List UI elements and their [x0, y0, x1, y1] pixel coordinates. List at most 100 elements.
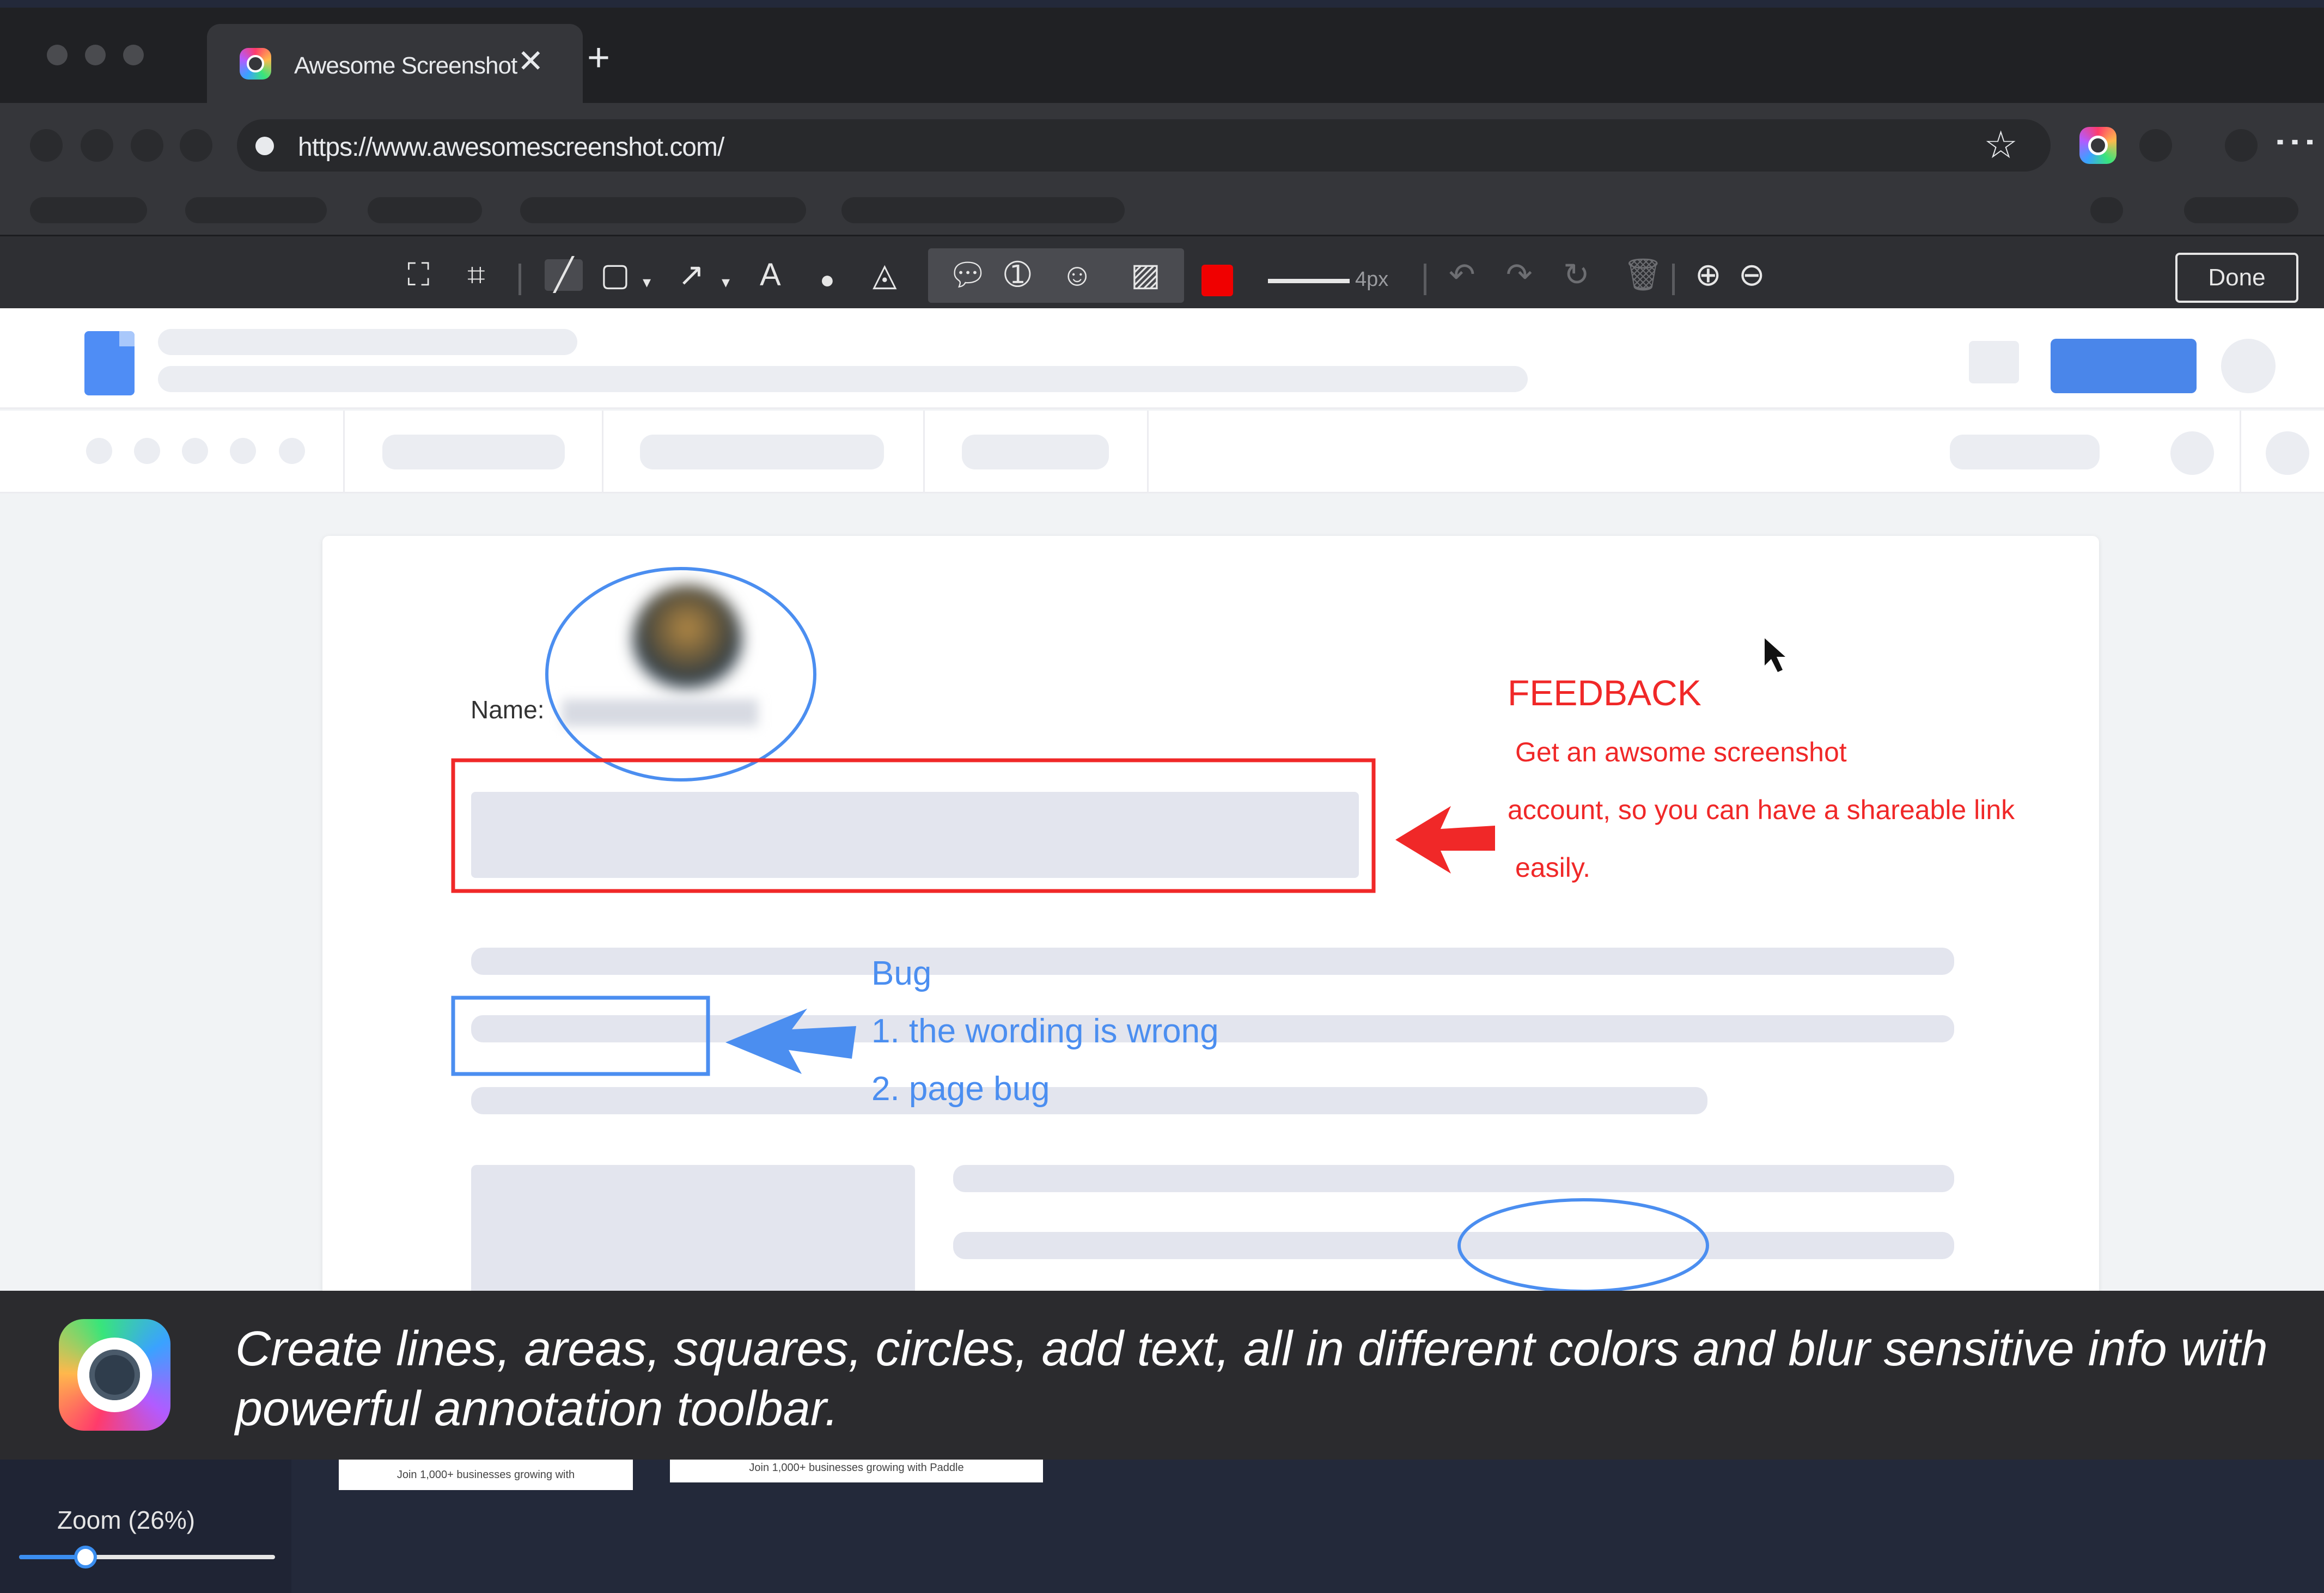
- annotation-ellipse-blue[interactable]: [1457, 1198, 1709, 1293]
- divider: [2240, 411, 2241, 493]
- editor-footer: Zoom (26%) Join 1,000+ businesses growin…: [0, 1460, 2324, 1593]
- page-thumbnail[interactable]: Join 1,000+ businesses growing with Padd…: [670, 1460, 1043, 1482]
- stroke-width-preview[interactable]: [1268, 279, 1350, 283]
- bookmark-item[interactable]: [185, 197, 327, 223]
- feedback-title[interactable]: FEEDBACK: [1508, 672, 1701, 713]
- toolbar-dropdown[interactable]: [382, 435, 565, 469]
- toolbar-divider: [1424, 264, 1426, 295]
- zoom-panel: Zoom (26%): [0, 1460, 291, 1593]
- browser-menu-icon[interactable]: ⋮: [2272, 120, 2321, 160]
- toolbar-divider: [1672, 264, 1675, 295]
- chevron-down-icon[interactable]: ▾: [643, 267, 651, 298]
- toolbar-dropdown[interactable]: [962, 435, 1109, 469]
- delete-icon[interactable]: 🗑︎: [1623, 259, 1663, 291]
- rectangle-tool-icon[interactable]: ▢: [600, 259, 630, 291]
- captured-page: Name: FEEDBACK Get an awsome screenshot …: [0, 308, 2324, 1307]
- zoom-out-icon[interactable]: ⊖: [1739, 259, 1765, 291]
- bookmark-item[interactable]: [520, 197, 806, 223]
- forward-button[interactable]: [81, 129, 113, 162]
- bookmark-item[interactable]: [368, 197, 482, 223]
- new-tab-button[interactable]: +: [587, 38, 610, 77]
- navigation-bar: https://www.awesomescreenshot.com/ ☆ ⋮: [0, 103, 2324, 182]
- doc-header: [0, 308, 2324, 409]
- annotation-arrow-red[interactable]: [1395, 806, 1495, 874]
- blur-tool-icon[interactable]: ●: [820, 264, 835, 295]
- reload-button[interactable]: [131, 129, 163, 162]
- toolbar-button[interactable]: [230, 438, 256, 464]
- arrow-tool-icon[interactable]: ↗: [678, 259, 705, 291]
- bookmark-item[interactable]: [2090, 197, 2123, 223]
- annotation-layer: [451, 567, 1785, 1293]
- toolbar-dropdown[interactable]: [640, 435, 884, 469]
- bookmark-item[interactable]: [30, 197, 147, 223]
- full-page-icon[interactable]: ⛶: [407, 259, 430, 291]
- done-button[interactable]: Done: [2175, 253, 2298, 303]
- line-tool-icon[interactable]: ╱: [545, 259, 583, 291]
- tab-bar: Awesome Screenshot ✕ +: [0, 8, 2324, 103]
- doc-toolbar: [0, 411, 2324, 493]
- undo-icon[interactable]: ↶: [1449, 259, 1475, 291]
- tab-awesome-screenshot[interactable]: Awesome Screenshot ✕: [207, 24, 583, 103]
- close-window-button[interactable]: [47, 45, 68, 65]
- annotation-rect-red[interactable]: [451, 758, 1376, 893]
- address-bar[interactable]: https://www.awesomescreenshot.com/ ☆: [237, 119, 2051, 172]
- toolbar-button[interactable]: [134, 438, 160, 464]
- awesome-screenshot-extension-icon[interactable]: [2079, 127, 2116, 164]
- image-stamp-icon[interactable]: ▨: [1131, 259, 1161, 291]
- feedback-line-1[interactable]: Get an awsome screenshot: [1515, 736, 1847, 768]
- step-number-icon[interactable]: ➀: [1004, 259, 1031, 291]
- site-info-icon[interactable]: [255, 137, 274, 155]
- feedback-line-2[interactable]: account, so you can have a shareable lin…: [1508, 794, 2015, 826]
- crop-icon[interactable]: ⌗: [467, 259, 485, 291]
- zoom-in-icon[interactable]: ⊕: [1695, 259, 1722, 291]
- mouse-cursor-icon: [1765, 638, 1785, 672]
- chevron-down-icon[interactable]: ▾: [722, 267, 730, 298]
- bookmark-item[interactable]: [841, 197, 1125, 223]
- avatar[interactable]: [2221, 339, 2276, 393]
- toolbar-button[interactable]: [279, 438, 305, 464]
- page-thumbnail[interactable]: Join 1,000+ businesses growing with: [339, 1460, 633, 1490]
- emoji-stamp-icon[interactable]: ☺: [1061, 259, 1093, 291]
- stroke-width-label[interactable]: 4px: [1355, 268, 1388, 291]
- bookmark-star-icon[interactable]: ☆: [1984, 126, 2018, 164]
- divider: [343, 411, 345, 493]
- document-sheet: Name: FEEDBACK Get an awsome screenshot …: [322, 536, 2099, 1307]
- back-button[interactable]: [30, 129, 63, 162]
- feedback-line-3[interactable]: easily.: [1515, 852, 1590, 883]
- tab-title: Awesome Screenshot: [294, 52, 517, 79]
- comment-icon[interactable]: [1969, 341, 2019, 383]
- profile-avatar[interactable]: [2225, 129, 2258, 162]
- share-button[interactable]: [2051, 339, 2197, 393]
- awesome-screenshot-favicon: [240, 48, 271, 80]
- bookmarks-bar: [0, 182, 2324, 235]
- toolbar-button[interactable]: [2170, 431, 2214, 475]
- highlight-tool-icon[interactable]: ◬: [873, 259, 897, 291]
- reset-icon[interactable]: ↻: [1563, 259, 1590, 291]
- doc-title-placeholder: [158, 329, 577, 355]
- text-tool-icon[interactable]: A: [760, 259, 781, 291]
- bookmark-item[interactable]: [2184, 197, 2298, 223]
- home-button[interactable]: [180, 129, 212, 162]
- bug-title[interactable]: Bug: [871, 954, 931, 993]
- bug-line-2[interactable]: 2. page bug: [871, 1070, 1050, 1108]
- annotation-circle-avatar[interactable]: [545, 567, 816, 782]
- bug-line-1[interactable]: 1. the wording is wrong: [871, 1012, 1219, 1051]
- close-tab-icon[interactable]: ✕: [517, 46, 544, 77]
- browser-window: Awesome Screenshot ✕ + https://www.aweso…: [0, 8, 2324, 235]
- toolbar-button[interactable]: [86, 438, 112, 464]
- extension-button[interactable]: [2139, 129, 2172, 162]
- awesome-screenshot-logo: [59, 1319, 170, 1431]
- toolbar-button[interactable]: [2266, 431, 2309, 475]
- google-docs-icon: [84, 331, 135, 395]
- redo-icon[interactable]: ↷: [1506, 259, 1533, 291]
- toolbar-button[interactable]: [182, 438, 208, 464]
- toolbar-dropdown[interactable]: [1950, 435, 2100, 469]
- color-picker[interactable]: [1201, 265, 1233, 296]
- annotation-rect-blue[interactable]: [451, 996, 710, 1076]
- speech-bubble-icon[interactable]: 💬︎: [948, 259, 988, 291]
- annotation-arrow-blue[interactable]: [725, 1009, 856, 1074]
- url-text[interactable]: https://www.awesomescreenshot.com/: [298, 132, 724, 162]
- zoom-slider-thumb[interactable]: [74, 1546, 97, 1568]
- maximize-window-button[interactable]: [123, 45, 144, 65]
- minimize-window-button[interactable]: [85, 45, 106, 65]
